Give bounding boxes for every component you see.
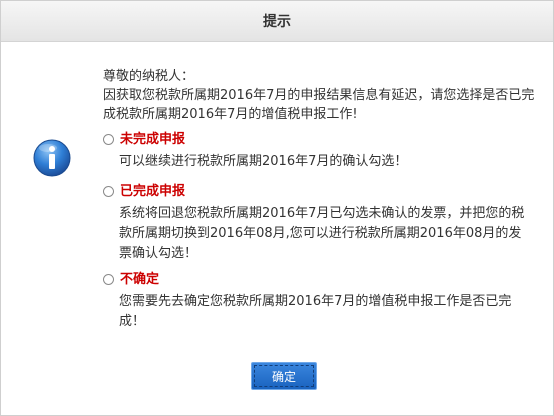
radio-unsure[interactable]	[103, 273, 114, 285]
radio-not-filed[interactable]	[103, 133, 114, 145]
option-description: 您需要先去确定您税款所属期2016年7月的增值税申报工作是否已完成！	[119, 294, 512, 329]
option-label[interactable]: 不确定	[120, 270, 159, 289]
question-text: 因获取您税款所属期2016年7月的申报结果信息有延迟，请您选择是否已完成税款所属…	[103, 88, 535, 122]
option-description: 系统将回退您税款所属期2016年7月已勾选未确认的发票，并把您的税款所属期切换到…	[119, 206, 525, 261]
radio-filed[interactable]	[103, 185, 114, 197]
info-icon	[33, 139, 71, 177]
dialog-titlebar: 提示	[1, 1, 553, 42]
dialog: 提示 尊敬的纳税人： 因获取您税款所属期2016年7月的申报结果信息有延迟，请您…	[0, 0, 554, 416]
option-label[interactable]: 未完成申报	[120, 130, 185, 149]
greeting-text: 尊敬的纳税人：	[103, 69, 195, 84]
option-description: 可以继续进行税款所属期2016年7月的确认勾选！	[119, 154, 408, 169]
option-unsure[interactable]: 不确定 您需要先去确定您税款所属期2016年7月的增值税申报工作是否已完成！	[103, 269, 543, 332]
option-label[interactable]: 已完成申报	[120, 182, 185, 201]
dialog-content: 尊敬的纳税人： 因获取您税款所属期2016年7月的申报结果信息有延迟，请您选择是…	[103, 67, 543, 329]
option-filed[interactable]: 已完成申报 系统将回退您税款所属期2016年7月已勾选未确认的发票，并把您的税款…	[103, 181, 543, 264]
confirm-button[interactable]: 确定	[251, 362, 317, 390]
option-not-filed[interactable]: 未完成申报 可以继续进行税款所属期2016年7月的确认勾选！	[103, 129, 543, 172]
dialog-title: 提示	[263, 14, 291, 30]
